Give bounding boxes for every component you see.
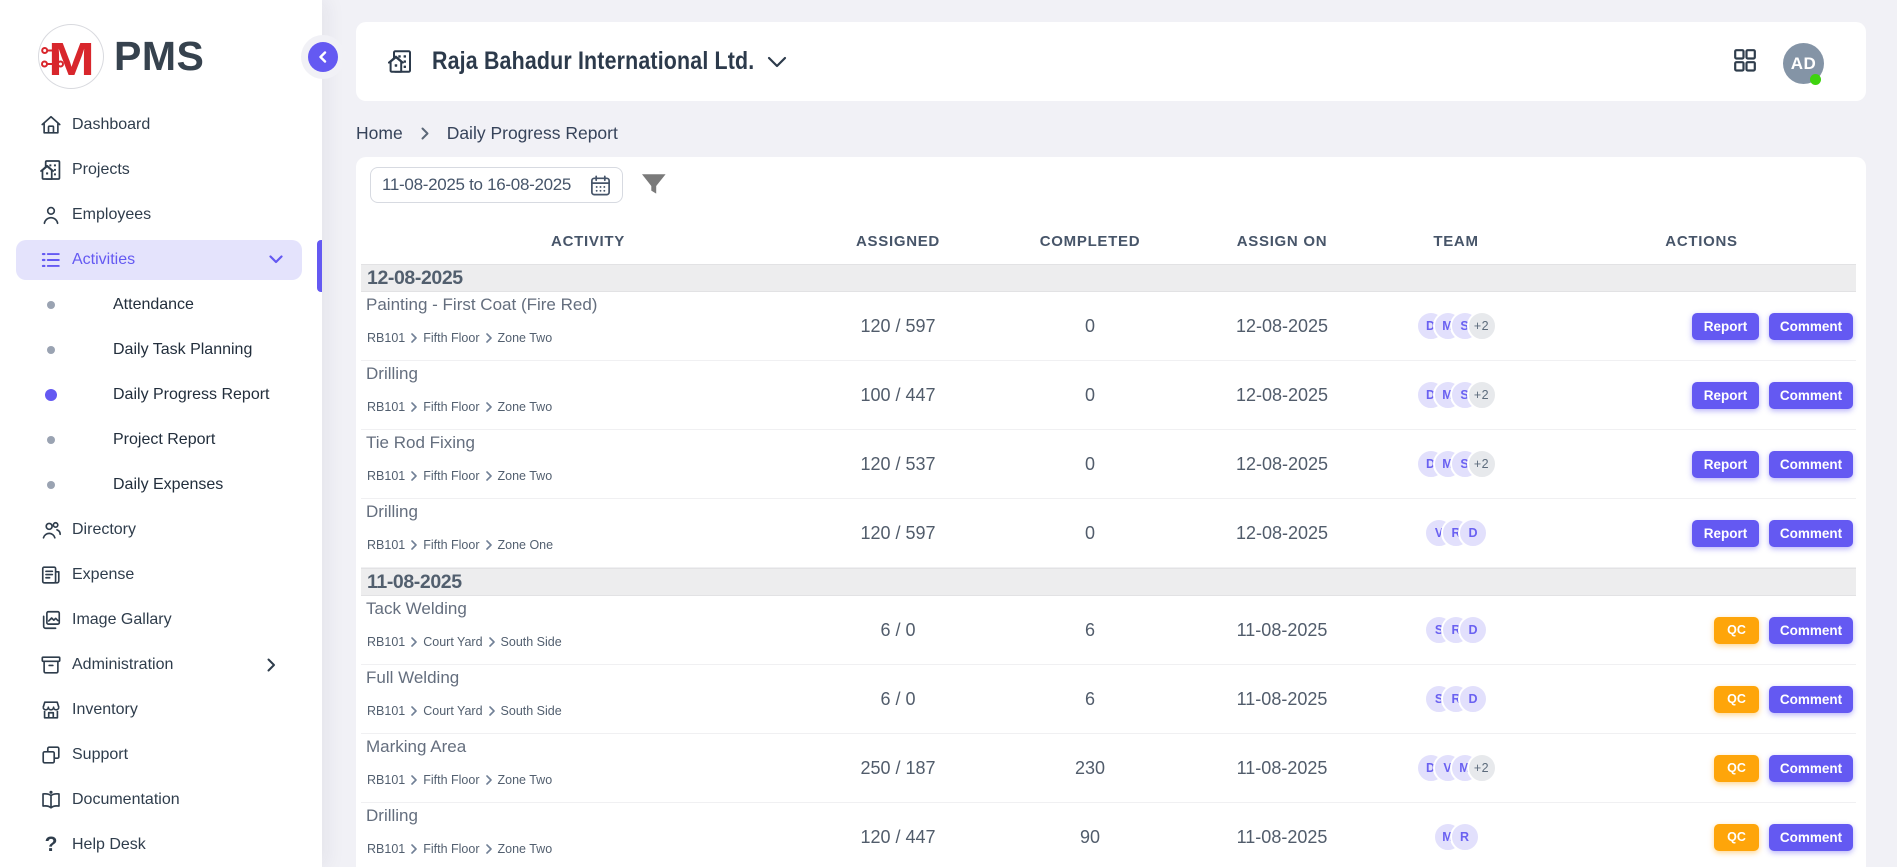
svg-text:M: M xyxy=(48,34,95,85)
